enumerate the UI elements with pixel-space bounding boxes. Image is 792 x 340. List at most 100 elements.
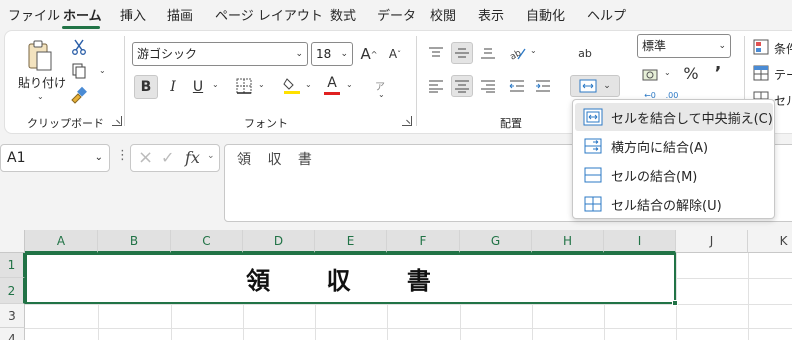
wrap-text-button[interactable]: ab xyxy=(574,42,596,64)
column-header[interactable]: D xyxy=(243,230,315,253)
clipboard-launcher-icon[interactable] xyxy=(112,116,122,126)
tab-home[interactable]: ホーム xyxy=(63,5,102,24)
column-header[interactable]: J xyxy=(676,230,748,253)
clipboard-group-label: クリップボード xyxy=(27,117,104,130)
column-header[interactable]: E xyxy=(315,230,387,253)
column-header[interactable]: I xyxy=(604,230,676,253)
tab-data[interactable]: データ xyxy=(377,5,416,24)
orientation-dropdown-icon[interactable]: ⌄ xyxy=(530,46,537,55)
confirm-entry-icon[interactable]: ✓ xyxy=(161,148,174,167)
more-options-icon[interactable]: ⋮ xyxy=(116,148,129,163)
menu-item-merge-across[interactable]: 横方向に結合(A) xyxy=(575,132,773,160)
align-middle-icon[interactable] xyxy=(451,42,473,64)
menu-item-unmerge-cells[interactable]: セル結合の解除(U) xyxy=(575,190,773,218)
wrap-text-icon: ab xyxy=(578,46,592,60)
paste-label[interactable]: 貼り付け xyxy=(18,74,66,91)
align-bottom-icon[interactable] xyxy=(477,42,499,64)
active-tab-indicator xyxy=(62,26,100,29)
paste-icon[interactable] xyxy=(22,38,58,74)
font-name-combo[interactable]: 游ゴシック ⌄ xyxy=(132,42,308,66)
unmerge-cells-icon xyxy=(584,196,602,212)
shrink-font-button[interactable]: Aˇ xyxy=(384,42,406,66)
row-header[interactable]: 1 xyxy=(0,253,25,278)
paste-dropdown-icon[interactable]: ⌄ xyxy=(37,92,44,101)
format-painter-icon[interactable] xyxy=(70,86,88,104)
merge-cells-icon xyxy=(584,167,602,183)
merge-center-dropdown-button[interactable]: ⌄ xyxy=(570,75,620,97)
column-header[interactable]: B xyxy=(98,230,171,253)
underline-dropdown-icon[interactable]: ⌄ xyxy=(212,80,219,89)
menu-item-label: セルを結合して中央揃え(C) xyxy=(611,111,773,127)
cell-styles-label[interactable]: セル xyxy=(774,92,792,109)
increase-indent-icon[interactable] xyxy=(532,75,554,97)
column-header[interactable]: C xyxy=(171,230,243,253)
align-center-icon[interactable] xyxy=(451,75,473,97)
font-color-swatch xyxy=(324,91,340,95)
number-format-combo[interactable]: 標準 ⌄ xyxy=(637,34,731,58)
bold-button[interactable]: B xyxy=(134,75,158,99)
borders-icon[interactable] xyxy=(234,76,254,96)
column-header[interactable]: G xyxy=(460,230,532,253)
tab-draw[interactable]: 描画 xyxy=(167,5,193,24)
menu-item-merge-center[interactable]: セルを結合して中央揃え(C) xyxy=(575,103,773,131)
format-as-table-label[interactable]: テー xyxy=(774,66,792,83)
tab-help[interactable]: ヘルプ xyxy=(587,5,626,24)
format-as-table-icon[interactable] xyxy=(752,64,770,82)
grow-font-button[interactable]: A ^ xyxy=(358,42,380,66)
menu-item-merge-cells[interactable]: セルの結合(M) xyxy=(575,161,773,189)
font-launcher-icon[interactable] xyxy=(402,116,412,126)
tab-review[interactable]: 校閲 xyxy=(430,5,456,24)
align-right-icon[interactable] xyxy=(477,75,499,97)
column-header[interactable]: H xyxy=(532,230,604,253)
column-header[interactable]: F xyxy=(387,230,460,253)
tab-automate[interactable]: 自動化 xyxy=(526,5,565,24)
select-all-corner[interactable] xyxy=(0,230,25,253)
fill-color-icon[interactable] xyxy=(282,74,302,96)
tab-formulas[interactable]: 数式 xyxy=(330,5,356,24)
cut-icon[interactable] xyxy=(70,38,88,56)
comma-button[interactable]: ’ xyxy=(708,62,728,84)
shrink-font-icon: A xyxy=(388,47,398,61)
conditional-format-icon[interactable] xyxy=(752,38,770,56)
name-box[interactable]: A1 ⌄ xyxy=(0,144,110,172)
cancel-entry-icon[interactable]: × xyxy=(138,147,153,168)
merge-center-icon xyxy=(583,108,603,126)
fill-color-dropdown-icon[interactable]: ⌄ xyxy=(305,80,312,89)
copy-dropdown-icon[interactable]: ⌄ xyxy=(99,66,106,75)
row-header[interactable]: 4 xyxy=(0,328,25,340)
row-header[interactable]: 2 xyxy=(0,278,25,304)
number-format-value: 標準 xyxy=(642,39,667,53)
tab-file[interactable]: ファイル xyxy=(8,5,60,24)
tab-page-layout[interactable]: ページ レイアウト xyxy=(215,5,323,24)
font-size-value: 18 xyxy=(316,47,332,61)
column-header[interactable]: K xyxy=(748,230,792,253)
chevron-down-icon[interactable]: ⌄ xyxy=(207,151,215,161)
formula-buttons: × ✓ fx ⌄ xyxy=(130,144,220,172)
ribbon-tabs: ファイル ホーム 挿入 描画 ページ レイアウト 数式 データ 校閲 表示 自動… xyxy=(0,0,792,30)
decrease-indent-icon[interactable] xyxy=(506,75,528,97)
merged-cell-a1-i2[interactable]: 領 収 書 xyxy=(25,253,676,304)
tab-view[interactable]: 表示 xyxy=(478,5,504,24)
grid-line xyxy=(748,253,749,340)
conditional-format-label[interactable]: 条件 xyxy=(774,40,792,57)
align-top-icon[interactable] xyxy=(425,42,447,64)
percent-button[interactable]: % xyxy=(680,62,702,84)
row-header[interactable]: 3 xyxy=(0,304,25,328)
borders-dropdown-icon[interactable]: ⌄ xyxy=(258,80,265,89)
orientation-icon[interactable]: ab xyxy=(506,42,528,64)
font-color-button[interactable]: A xyxy=(322,74,342,96)
phonetic-dropdown-icon[interactable]: ⌄ xyxy=(378,90,385,99)
align-left-icon[interactable] xyxy=(425,75,447,97)
insert-function-icon[interactable]: fx xyxy=(185,148,200,167)
column-header[interactable]: A xyxy=(25,230,98,253)
currency-dropdown-icon[interactable]: ⌄ xyxy=(664,68,671,77)
italic-button[interactable]: I xyxy=(163,75,183,99)
chevron-down-icon: ⌄ xyxy=(295,49,303,59)
copy-icon[interactable] xyxy=(70,62,88,80)
fill-handle[interactable] xyxy=(672,300,678,306)
tab-insert[interactable]: 挿入 xyxy=(120,5,146,24)
underline-button[interactable]: U xyxy=(188,75,208,99)
font-size-combo[interactable]: 18 ⌄ xyxy=(311,42,353,66)
currency-icon[interactable] xyxy=(640,64,662,86)
font-color-dropdown-icon[interactable]: ⌄ xyxy=(346,80,353,89)
